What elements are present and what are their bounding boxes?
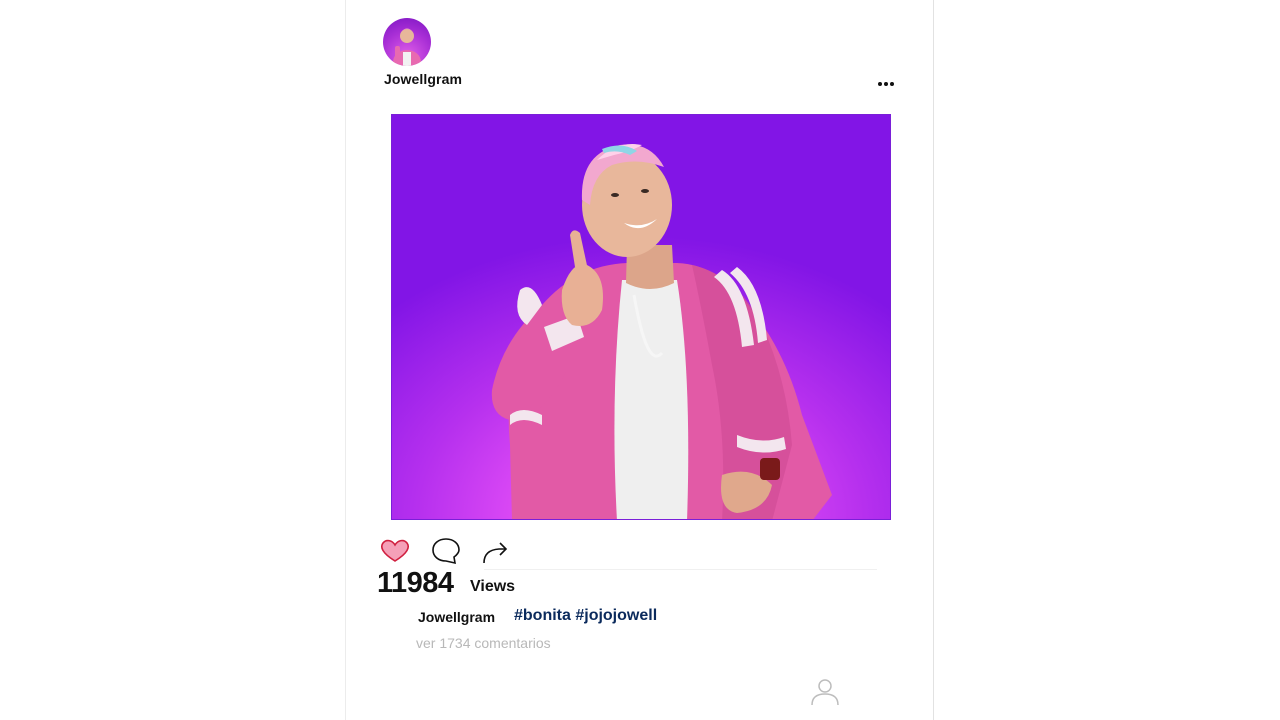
hashtags: #bonita #jojojowell: [514, 607, 657, 625]
avatar[interactable]: [383, 18, 431, 66]
like-button[interactable]: [378, 536, 412, 566]
comment-button[interactable]: [429, 536, 463, 566]
more-horizontal-icon: [878, 82, 894, 86]
views-label: Views: [470, 578, 516, 595]
heart-icon: [380, 539, 410, 562]
caption-username[interactable]: Jowellgram: [418, 609, 495, 625]
post-card: Jowellgram 11984 Views Jowellgram #bonit…: [345, 0, 934, 720]
post-photo[interactable]: [391, 114, 891, 520]
comment-bubble-icon: [432, 538, 460, 565]
more-options-button[interactable]: [875, 74, 897, 94]
person-illustration: [491, 144, 832, 519]
hashtag-jojojowell[interactable]: #jojojowell: [575, 607, 657, 624]
stage: Jowellgram 11984 Views Jowellgram #bonit…: [0, 0, 1280, 720]
user-profile-icon: [811, 679, 839, 706]
share-arrow-icon: [483, 542, 508, 564]
share-button[interactable]: [479, 536, 513, 566]
hashtag-bonita[interactable]: #bonita: [514, 607, 571, 624]
view-comments-link[interactable]: ver 1734 comentarios: [416, 635, 551, 651]
profile-button[interactable]: [810, 676, 840, 706]
views-count: 11984: [377, 567, 454, 599]
divider: [484, 569, 877, 570]
post-username[interactable]: Jowellgram: [384, 71, 462, 87]
